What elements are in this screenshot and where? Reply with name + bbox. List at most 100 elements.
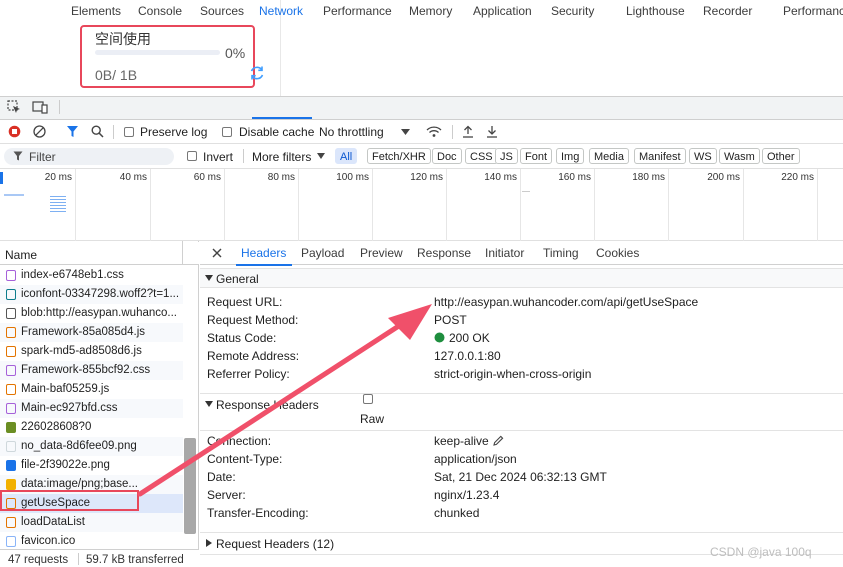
request-row[interactable]: Framework-85a085d4.js: [0, 323, 183, 342]
header-value[interactable]: http://easypan.wuhancoder.com/api/getUse…: [434, 295, 698, 309]
triangle-down-icon[interactable]: [205, 401, 213, 407]
tab-timing[interactable]: Timing: [543, 246, 579, 260]
download-icon[interactable]: [486, 125, 498, 138]
filter-chip-js[interactable]: JS: [495, 148, 518, 164]
general-section-header[interactable]: [200, 268, 843, 288]
request-name: 226028608?0: [21, 421, 92, 433]
timeline-bar: [522, 191, 530, 192]
more-filters-button[interactable]: More filters: [252, 150, 311, 164]
timeline-tick-label: 20 ms: [44, 172, 72, 183]
request-row[interactable]: no_data-8d6fee09.png: [0, 437, 183, 456]
tab-headers[interactable]: Headers: [241, 246, 286, 260]
filter-funnel-icon: [13, 151, 23, 161]
header-value[interactable]: nginx/1.23.4: [434, 488, 499, 502]
watermark: CSDN @java 100q: [710, 545, 812, 559]
chevron-down-icon[interactable]: [401, 129, 410, 135]
tab-sources[interactable]: Sources: [200, 4, 244, 18]
upload-icon[interactable]: [462, 125, 474, 138]
timeline-tick-label: 40 ms: [119, 172, 147, 183]
close-icon[interactable]: [212, 248, 222, 258]
throttling-select[interactable]: No throttling: [319, 125, 384, 139]
tab-response[interactable]: Response: [417, 246, 471, 260]
header-value[interactable]: chunked: [434, 506, 479, 520]
invert-label: Invert: [203, 150, 234, 164]
request-name: Framework-855bcf92.css: [21, 364, 151, 376]
disable-cache-label: Disable cache: [239, 125, 315, 139]
request-row[interactable]: blob:http://easypan.wuhanco...: [0, 304, 183, 323]
request-name: loadDataList: [21, 516, 85, 528]
network-conditions-icon[interactable]: [426, 125, 442, 138]
tab-preview[interactable]: Preview: [360, 246, 403, 260]
filter-chip-other[interactable]: Other: [762, 148, 800, 164]
tab-lighthouse[interactable]: Lighthouse: [626, 4, 685, 18]
request-row[interactable]: Main-ec927bfd.css: [0, 399, 183, 418]
request-row[interactable]: file-2f39022e.png: [0, 456, 183, 475]
record-stop-icon[interactable]: [8, 125, 21, 138]
refresh-icon[interactable]: [248, 64, 266, 82]
tab-application[interactable]: Application: [473, 4, 532, 18]
header-value[interactable]: application/json: [434, 452, 517, 466]
js-file-icon: [6, 327, 16, 338]
filter-chip-fetch-xhr[interactable]: Fetch/XHR: [367, 148, 431, 164]
tab-recorder[interactable]: Recorder: [703, 4, 752, 18]
transferred-size: 59.7 kB transferred: [86, 554, 184, 566]
filter-funnel-icon[interactable]: [66, 125, 79, 138]
request-row[interactable]: loadDataList: [0, 513, 183, 532]
filter-chip-font[interactable]: Font: [520, 148, 553, 164]
tab-payload[interactable]: Payload: [301, 246, 344, 260]
header-value[interactable]: keep-alive: [434, 434, 489, 448]
header-key: Remote Address:: [207, 349, 300, 363]
tab-initiator[interactable]: Initiator: [485, 246, 524, 260]
header-value[interactable]: strict-origin-when-cross-origin: [434, 367, 591, 381]
request-row[interactable]: Framework-855bcf92.css: [0, 361, 183, 380]
header-value[interactable]: POST: [434, 313, 467, 327]
raw-checkbox[interactable]: [363, 394, 373, 404]
tab-security[interactable]: Security: [551, 4, 594, 18]
header-value[interactable]: 127.0.0.1:80: [434, 349, 501, 363]
tab-console[interactable]: Console: [138, 4, 182, 18]
filter-chip-manifest[interactable]: Manifest: [634, 148, 686, 164]
filter-chip-all[interactable]: All: [335, 148, 358, 164]
tab-cookies[interactable]: Cookies: [596, 246, 639, 260]
request-name: Main-baf05259.js: [21, 383, 110, 395]
filter-chip-wasm[interactable]: Wasm: [719, 148, 760, 164]
timeline-tick-label: 160 ms: [558, 172, 591, 183]
request-row[interactable]: Main-baf05259.js: [0, 380, 183, 399]
tab-performance[interactable]: Performance: [323, 4, 392, 18]
name-column-header[interactable]: Name: [5, 248, 37, 262]
preserve-log-checkbox[interactable]: [124, 127, 134, 137]
timeline-gridline: [520, 169, 521, 241]
search-icon[interactable]: [91, 125, 104, 138]
filter-chip-img[interactable]: Img: [556, 148, 585, 164]
tab-network[interactable]: Network: [259, 4, 303, 18]
disable-cache-checkbox[interactable]: [222, 127, 232, 137]
edit-pencil-icon[interactable]: [493, 435, 504, 446]
request-row[interactable]: 226028608?0: [0, 418, 183, 437]
tab-elements[interactable]: Elements: [71, 4, 121, 18]
triangle-down-icon[interactable]: [205, 275, 213, 281]
request-row[interactable]: index-e6748eb1.css: [0, 266, 183, 285]
tab-performance-insights[interactable]: Performanc: [783, 4, 843, 18]
filter-chip-media[interactable]: Media: [589, 148, 629, 164]
clear-icon[interactable]: [33, 125, 46, 138]
filter-chip-ws[interactable]: WS: [689, 148, 717, 164]
header-key: Status Code:: [207, 331, 277, 345]
inspect-element-icon[interactable]: [7, 100, 21, 114]
img-light-file-icon: [6, 441, 16, 452]
toolbar-divider: [59, 100, 60, 114]
font-file-icon: [6, 289, 16, 300]
request-row[interactable]: spark-md5-ad8508d6.js: [0, 342, 183, 361]
triangle-right-icon[interactable]: [206, 539, 212, 547]
chevron-down-icon[interactable]: [317, 153, 325, 159]
header-value[interactable]: Sat, 21 Dec 2024 06:32:13 GMT: [434, 470, 607, 484]
request-list-scrollbar[interactable]: [184, 438, 196, 534]
device-toolbar-icon[interactable]: [32, 100, 48, 114]
tab-memory[interactable]: Memory: [409, 4, 452, 18]
raw-label: Raw: [360, 412, 385, 426]
invert-checkbox[interactable]: [187, 151, 197, 161]
header-value[interactable]: 200 OK: [449, 331, 490, 345]
request-row[interactable]: iconfont-03347298.woff2?t=1...: [0, 285, 183, 304]
request-name: Framework-85a085d4.js: [21, 326, 146, 338]
filter-chip-css[interactable]: CSS: [465, 148, 498, 164]
filter-chip-doc[interactable]: Doc: [432, 148, 462, 164]
